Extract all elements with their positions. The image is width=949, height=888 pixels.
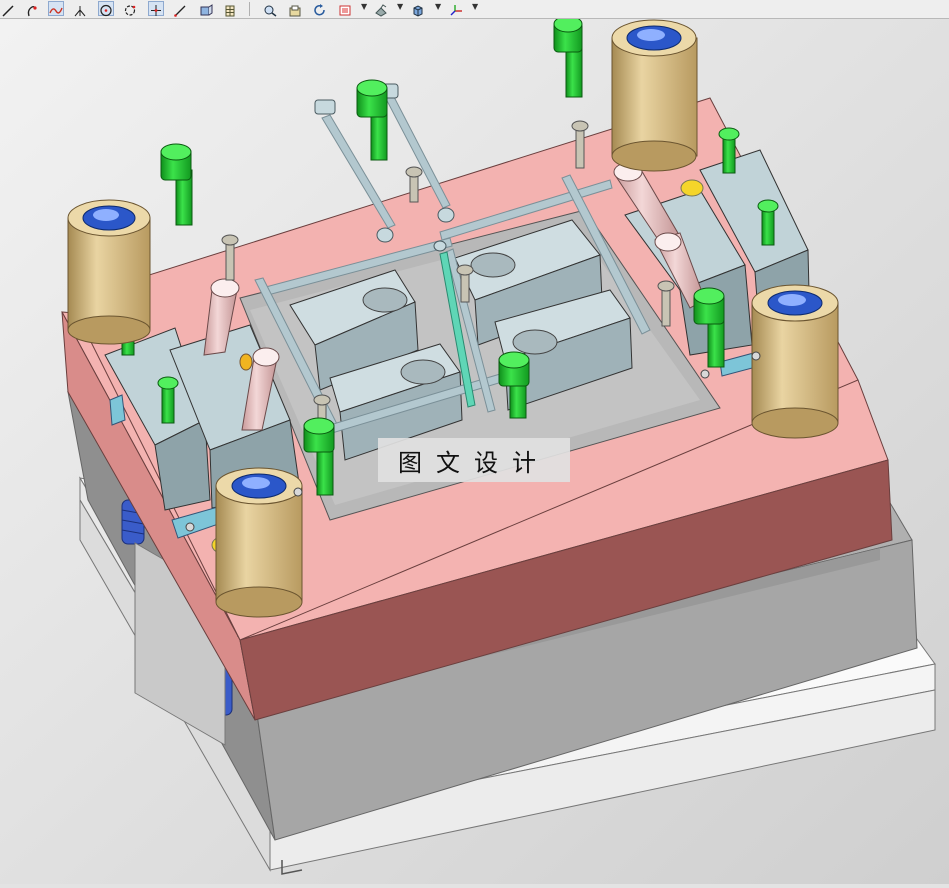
spline-tool-icon[interactable] <box>48 1 64 16</box>
display-mode-icon[interactable] <box>337 1 353 16</box>
3d-viewport[interactable]: 图文设计 <box>0 15 949 884</box>
rotate-icon[interactable] <box>312 1 328 16</box>
view-triad-dropdown-icon[interactable]: ▼ <box>472 3 478 11</box>
point-tool-icon[interactable] <box>148 1 164 16</box>
bushing-right <box>751 284 839 439</box>
diagonal-line-tool-icon[interactable] <box>172 1 188 17</box>
render-style-dropdown-icon[interactable]: ▼ <box>397 3 403 11</box>
arc-tool-icon[interactable] <box>24 1 40 17</box>
grid-icon[interactable] <box>222 1 238 17</box>
view-triad-icon[interactable] <box>448 1 464 16</box>
bushing-bottom-left <box>215 467 303 618</box>
open-view-icon[interactable] <box>287 1 303 17</box>
bisector-tool-icon[interactable] <box>72 1 88 17</box>
render-style-icon[interactable] <box>373 1 389 17</box>
circle-tool-icon[interactable] <box>122 1 138 16</box>
watermark-label: 图文设计 <box>378 438 570 482</box>
line-tool-icon[interactable] <box>0 1 16 17</box>
circle-center-tool-icon[interactable] <box>98 1 114 17</box>
bushing-top-left <box>67 199 151 345</box>
display-mode-dropdown-icon[interactable]: ▼ <box>361 3 367 11</box>
shaded-cube-dropdown-icon[interactable]: ▼ <box>435 3 441 11</box>
main-toolbar: ▼ ▼ ▼ ▼ <box>0 0 949 19</box>
bushing-top-right <box>611 19 698 172</box>
zoom-fit-icon[interactable] <box>262 1 278 17</box>
view-orient-icon[interactable] <box>198 1 214 16</box>
shaded-cube-icon[interactable] <box>410 1 426 17</box>
